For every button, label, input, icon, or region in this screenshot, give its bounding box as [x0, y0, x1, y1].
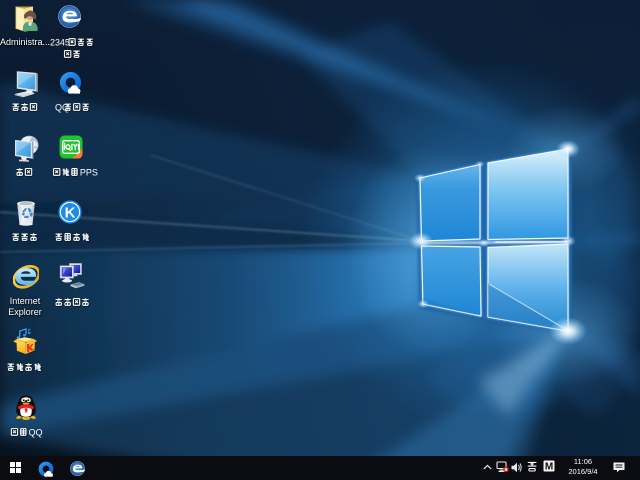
svg-text:PPS: PPS	[79, 167, 97, 177]
svg-text:QQ: QQ	[29, 427, 43, 437]
svg-text:M: M	[545, 462, 553, 472]
svg-text:K: K	[65, 204, 76, 221]
svg-text:2345: 2345	[50, 37, 70, 47]
